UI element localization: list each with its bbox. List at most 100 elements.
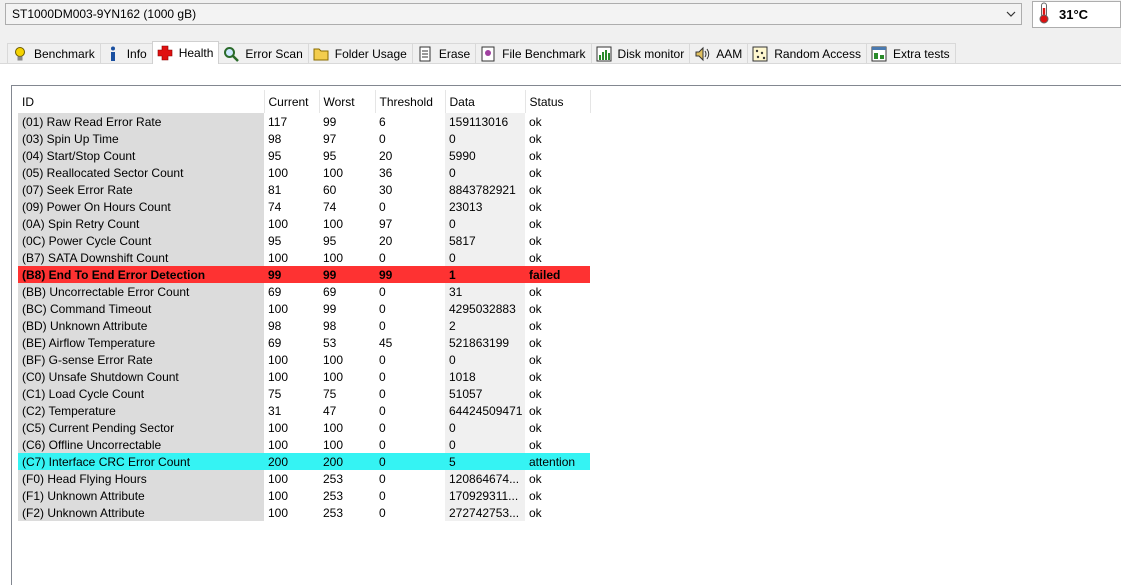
data-cell: 0 xyxy=(445,436,525,453)
column-header-data[interactable]: Data xyxy=(445,90,526,113)
data-cell: 5990 xyxy=(445,147,525,164)
current-cell: 100 xyxy=(268,301,289,316)
tab-error-scan[interactable]: Error Scan xyxy=(218,43,309,64)
tab-folder-usage[interactable]: Folder Usage xyxy=(307,43,413,64)
table-row[interactable]: (0C) Power Cycle Count 95 95 20 5817 ok xyxy=(18,232,590,249)
data-cell: 5817 xyxy=(445,232,525,249)
table-row[interactable]: (F0) Head Flying Hours 100 253 0 120864674..… xyxy=(18,470,590,487)
table-row[interactable]: (B8) End To End Error Detection 99 99 99 1 fa… xyxy=(18,266,590,283)
column-header-status[interactable]: Status xyxy=(525,90,591,113)
worst-cell: 100 xyxy=(323,352,344,367)
status-cell: ok xyxy=(529,318,542,333)
attribute-id-cell: (07) Seek Error Rate xyxy=(18,181,264,198)
table-row[interactable]: (C6) Offline Uncorrectable 100 100 0 0 ok xyxy=(18,436,590,453)
threshold-cell: 30 xyxy=(379,182,393,197)
threshold-cell: 6 xyxy=(379,114,386,129)
current-cell: 98 xyxy=(268,131,282,146)
table-row[interactable]: (F2) Unknown Attribute 100 253 0 272742753..… xyxy=(18,504,590,521)
health-cross-icon xyxy=(157,45,173,61)
table-row[interactable]: (C0) Unsafe Shutdown Count 100 100 0 1018 ok xyxy=(18,368,590,385)
column-header-worst[interactable]: Worst xyxy=(319,90,376,113)
status-cell: ok xyxy=(529,471,542,486)
table-row[interactable]: (01) Raw Read Error Rate 117 99 6 159113016 o… xyxy=(18,113,590,130)
status-cell: ok xyxy=(529,250,542,265)
threshold-cell: 20 xyxy=(379,148,393,163)
table-row[interactable]: (C5) Current Pending Sector 100 100 0 0 ok xyxy=(18,419,590,436)
attribute-id-cell: (F1) Unknown Attribute xyxy=(18,487,264,504)
health-panel: ID Current Worst Threshold Data Status (… xyxy=(0,63,1121,585)
worst-cell: 95 xyxy=(323,233,337,248)
attribute-id-cell: (01) Raw Read Error Rate xyxy=(18,113,264,130)
column-header-id[interactable]: ID xyxy=(18,90,265,113)
drive-select[interactable]: ST1000DM003-9YN162 (1000 gB) xyxy=(5,3,1022,25)
current-cell: 75 xyxy=(268,386,282,401)
status-cell: ok xyxy=(529,352,542,367)
table-row[interactable]: (BF) G-sense Error Rate 100 100 0 0 ok xyxy=(18,351,590,368)
current-cell: 95 xyxy=(268,233,282,248)
threshold-cell: 0 xyxy=(379,131,386,146)
tab-erase[interactable]: Erase xyxy=(411,43,477,64)
tab-label: Disk monitor xyxy=(617,47,685,61)
table-row[interactable]: (09) Power On Hours Count 74 74 0 23013 ok xyxy=(18,198,590,215)
data-cell: 0 xyxy=(445,351,525,368)
table-row[interactable]: (BC) Command Timeout 100 99 0 4295032883 ok xyxy=(18,300,590,317)
column-header-threshold[interactable]: Threshold xyxy=(375,90,446,113)
threshold-cell: 45 xyxy=(379,335,393,350)
tab-extra-tests[interactable]: Extra tests xyxy=(865,43,956,64)
table-row[interactable]: (07) Seek Error Rate 81 60 30 8843782921 ok xyxy=(18,181,590,198)
table-row[interactable]: (F1) Unknown Attribute 100 253 0 170929311..… xyxy=(18,487,590,504)
erase-icon xyxy=(417,46,433,62)
table-row[interactable]: (BB) Uncorrectable Error Count 69 69 0 31 ok xyxy=(18,283,590,300)
status-cell: ok xyxy=(529,437,542,452)
speaker-icon xyxy=(694,46,710,62)
threshold-cell: 0 xyxy=(379,250,386,265)
chevron-down-icon[interactable] xyxy=(1001,4,1021,24)
current-cell: 100 xyxy=(268,437,289,452)
current-cell: 74 xyxy=(268,199,282,214)
info-icon xyxy=(105,46,121,62)
table-row[interactable]: (03) Spin Up Time 98 97 0 0 ok xyxy=(18,130,590,147)
tab-aam[interactable]: AAM xyxy=(689,43,749,64)
threshold-cell: 0 xyxy=(379,437,386,452)
threshold-cell: 0 xyxy=(379,318,386,333)
table-row[interactable]: (05) Reallocated Sector Count 100 100 36 0 ok xyxy=(18,164,590,181)
tab-label: AAM xyxy=(716,47,743,61)
data-cell: 31 xyxy=(445,283,525,300)
table-row[interactable]: (B7) SATA Downshift Count 100 100 0 0 ok xyxy=(18,249,590,266)
current-cell: 100 xyxy=(268,250,289,265)
worst-cell: 100 xyxy=(323,216,344,231)
current-cell: 81 xyxy=(268,182,282,197)
table-row[interactable]: (0A) Spin Retry Count 100 100 97 0 ok xyxy=(18,215,590,232)
table-row[interactable]: (C7) Interface CRC Error Count 200 200 0 5 at… xyxy=(18,453,590,470)
table-row[interactable]: (BD) Unknown Attribute 98 98 0 2 ok xyxy=(18,317,590,334)
status-cell: ok xyxy=(529,182,542,197)
tab-benchmark[interactable]: Benchmark xyxy=(7,43,101,64)
table-row[interactable]: (BE) Airflow Temperature 69 53 45 521863199 o… xyxy=(18,334,590,351)
attribute-id-cell: (C1) Load Cycle Count xyxy=(18,385,264,402)
threshold-cell: 0 xyxy=(379,488,386,503)
tab-disk-monitor[interactable]: Disk monitor xyxy=(590,43,691,64)
tab-file-benchmark[interactable]: File Benchmark xyxy=(475,43,592,64)
attribute-id-cell: (C5) Current Pending Sector xyxy=(18,419,264,436)
status-cell: ok xyxy=(529,165,542,180)
threshold-cell: 0 xyxy=(379,369,386,384)
table-row[interactable]: (04) Start/Stop Count 95 95 20 5990 ok xyxy=(18,147,590,164)
threshold-cell: 0 xyxy=(379,352,386,367)
column-header-current[interactable]: Current xyxy=(264,90,320,113)
status-cell: ok xyxy=(529,488,542,503)
tab-info[interactable]: Info xyxy=(99,43,153,64)
tab-label: Erase xyxy=(438,47,471,61)
tab-random-access[interactable]: Random Access xyxy=(747,43,867,64)
table-row[interactable]: (C1) Load Cycle Count 75 75 0 51057 ok xyxy=(18,385,590,402)
threshold-cell: 0 xyxy=(375,453,445,470)
current-cell: 31 xyxy=(268,403,282,418)
attribute-id-cell: (BB) Uncorrectable Error Count xyxy=(18,283,264,300)
tab-label: File Benchmark xyxy=(502,47,586,61)
table-row[interactable]: (C2) Temperature 31 47 0 64424509471 ok xyxy=(18,402,590,419)
tab-health[interactable]: Health xyxy=(151,41,220,64)
attribute-id-cell: (C2) Temperature xyxy=(18,402,264,419)
current-cell: 117 xyxy=(268,114,288,129)
worst-cell: 95 xyxy=(323,148,337,163)
data-cell: 0 xyxy=(445,164,525,181)
worst-cell: 74 xyxy=(323,199,337,214)
